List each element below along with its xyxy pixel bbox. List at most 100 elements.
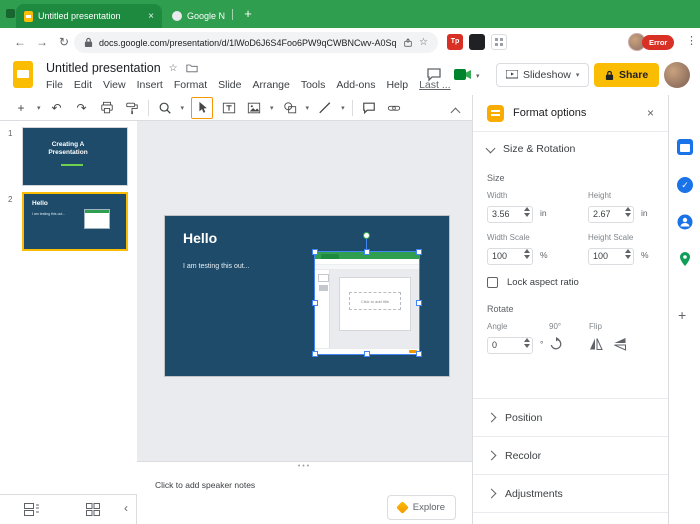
contacts-icon[interactable] [677,214,693,230]
width-stepper[interactable] [524,207,530,217]
menu-slide[interactable]: Slide [218,79,241,91]
menu-edit[interactable]: Edit [74,79,92,91]
zoom-icon[interactable] [156,99,174,117]
insert-shape-icon[interactable] [281,99,299,117]
new-tab-button[interactable]: + [240,6,256,22]
insert-line-icon[interactable] [316,99,334,117]
move-folder-icon[interactable] [186,63,198,73]
insert-link-icon[interactable] [385,99,403,117]
line-caret-icon[interactable]: ▾ [341,104,345,112]
menu-arrange[interactable]: Arrange [252,79,289,91]
resize-handle-nw[interactable] [312,249,318,255]
image-caret-icon[interactable]: ▾ [270,104,274,112]
height-stepper[interactable] [625,207,631,217]
shape-caret-icon[interactable]: ▾ [306,104,310,112]
collapse-filmstrip-icon[interactable]: ‹ [124,501,128,515]
undo-icon[interactable]: ↶ [48,99,66,117]
url-bar[interactable]: docs.google.com/presentation/d/1lWoD6J6S… [74,32,438,53]
menu-file[interactable]: File [46,79,63,91]
new-slide-caret-icon[interactable]: ▾ [37,104,41,112]
width-scale-stepper[interactable] [524,249,530,259]
comment-icon[interactable] [426,67,442,82]
insert-image-icon[interactable] [245,99,263,117]
account-avatar[interactable] [664,62,690,88]
section-position[interactable]: Position [473,398,668,436]
browser-menu-icon[interactable]: ⋮ [686,34,697,47]
text-box-icon[interactable] [220,99,238,117]
notes-placeholder[interactable]: Click to add speaker notes [155,480,255,490]
zoom-caret-icon[interactable]: ▾ [181,104,185,112]
height-scale-stepper[interactable] [625,249,631,259]
toolbar-divider [351,99,353,116]
resize-handle-n[interactable] [364,249,370,255]
slides-logo[interactable] [13,61,33,88]
section-recolor[interactable]: Recolor [473,436,668,474]
extensions-grid-icon[interactable] [491,34,507,50]
resize-handle-se[interactable] [416,351,422,357]
slide-thumbnail-1[interactable]: Creating A Presentation [22,127,128,186]
resize-handle-e[interactable] [416,300,422,306]
paint-format-icon[interactable] [123,99,141,117]
share-icon[interactable] [403,37,413,48]
menu-view[interactable]: View [103,79,126,91]
browser-tab-second[interactable]: Google N [172,6,226,26]
speaker-notes-area[interactable]: ••• Click to add speaker notes Explore [137,461,472,524]
menu-help[interactable]: Help [386,79,408,91]
menu-addons[interactable]: Add-ons [336,79,375,91]
add-addon-icon[interactable]: + [678,307,686,323]
tasks-icon[interactable]: ✓ [677,177,693,193]
lock-aspect-checkbox[interactable] [487,277,498,288]
insert-comment-icon[interactable] [360,99,378,117]
slide-body-text[interactable]: I am testing this out... [183,263,250,270]
menu-format[interactable]: Format [174,79,207,91]
grid-view-icon[interactable] [86,503,100,516]
star-icon[interactable]: ☆ [169,63,178,74]
slide-thumbnail-2[interactable]: Hello I am testing this out... [22,192,128,251]
slide-title-text[interactable]: Hello [183,230,217,246]
new-slide-icon[interactable]: + [12,99,30,117]
slideshow-button[interactable]: Slideshow ▾ [496,63,590,87]
flip-horizontal-icon[interactable] [589,337,603,351]
back-icon[interactable]: ← [12,34,28,50]
forward-icon[interactable]: → [34,34,50,50]
explore-button[interactable]: Explore [386,495,456,520]
rotate-90-icon[interactable] [549,337,563,351]
extension-icon[interactable] [469,34,485,50]
menu-tools[interactable]: Tools [301,79,326,91]
share-button[interactable]: Share [594,63,660,87]
current-slide[interactable]: Hello I am testing this out... Click to … [165,216,449,376]
browser-tab-active[interactable]: Untitled presentation × [16,4,162,28]
collapse-toolbar-icon[interactable] [450,103,461,118]
section-label: Recolor [505,449,542,462]
slide-filmstrip: 1 Creating A Presentation 2 Hello I am t… [0,121,138,494]
document-title[interactable]: Untitled presentation [46,61,161,75]
flip-vertical-icon[interactable] [613,337,627,351]
resize-handle-sw[interactable] [312,351,318,357]
lock-aspect-row[interactable]: Lock aspect ratio [487,277,656,288]
meet-camera-icon[interactable] [454,68,472,81]
slide-canvas[interactable]: Hello I am testing this out... Click to … [137,121,472,461]
menu-insert[interactable]: Insert [137,79,163,91]
embedded-screenshot-image[interactable]: Click to add title [312,232,422,357]
resize-handle-w[interactable] [312,300,318,306]
calendar-icon[interactable] [677,139,693,155]
reload-icon[interactable]: ↻ [56,34,72,50]
resize-handle-s[interactable] [364,351,370,357]
resize-handle-ne[interactable] [416,249,422,255]
redo-icon[interactable]: ↷ [73,99,91,117]
section-size-rotation[interactable]: Size & Rotation [473,132,668,165]
maps-icon[interactable] [677,251,693,267]
tab-close-icon[interactable]: × [148,11,154,22]
select-tool-icon[interactable] [191,96,214,119]
rotation-handle[interactable] [363,232,370,239]
close-panel-icon[interactable]: × [647,106,654,120]
section-adjustments[interactable]: Adjustments [473,474,668,512]
filmstrip-view-icon[interactable] [24,503,39,516]
print-icon[interactable] [98,99,116,117]
meet-caret-icon[interactable]: ▾ [476,72,480,80]
bookmark-star-icon[interactable]: ☆ [419,37,428,48]
tp-extension-icon[interactable]: Tp [447,34,463,50]
notes-drag-handle[interactable]: ••• [137,463,472,470]
browser-profile[interactable]: Error [628,33,675,51]
angle-stepper[interactable] [524,338,530,348]
